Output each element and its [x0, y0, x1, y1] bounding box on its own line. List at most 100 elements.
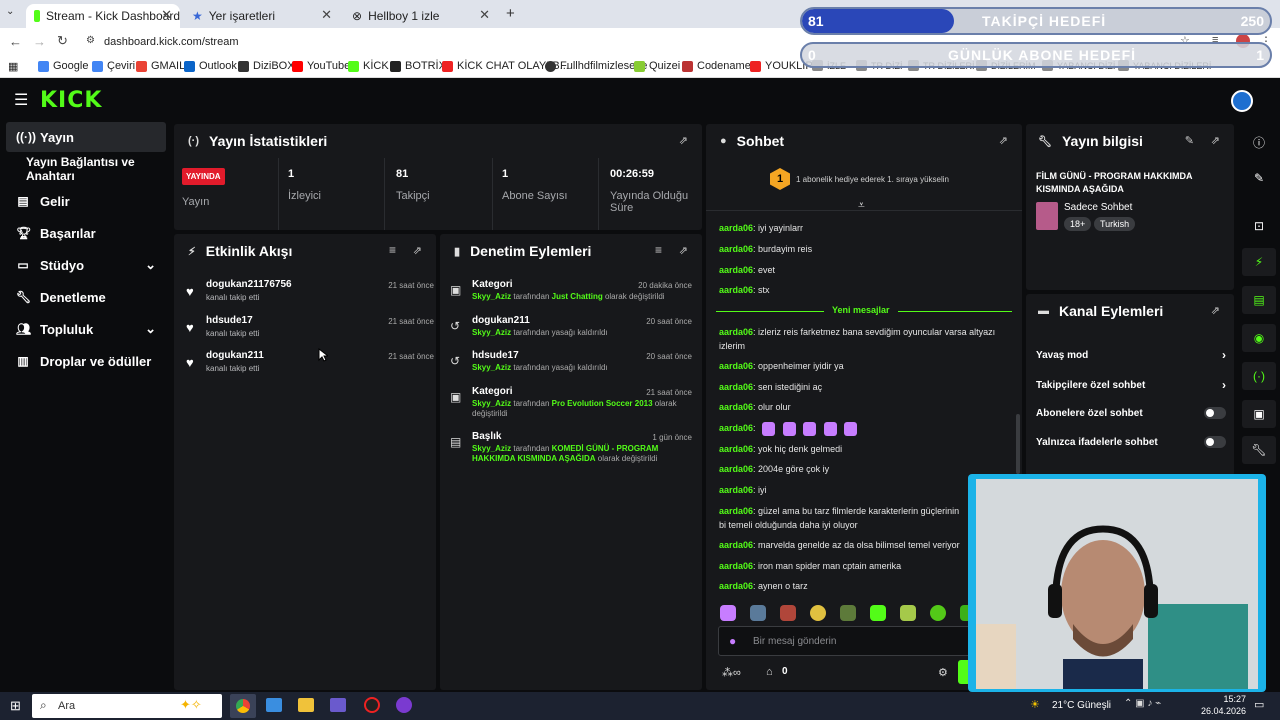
- lightning-icon[interactable]: ⚡︎: [1242, 248, 1276, 276]
- chat-username[interactable]: aarda06: [719, 285, 753, 295]
- gift-icon[interactable]: ⌂: [766, 666, 773, 678]
- list-item[interactable]: ♥ dogukan211 kanalı takip etti 21 saat önce: [184, 350, 434, 386]
- chat-username[interactable]: aarda06: [719, 327, 753, 337]
- chat-username[interactable]: aarda06: [719, 402, 753, 412]
- user-avatar[interactable]: [1231, 90, 1253, 112]
- stream-category[interactable]: Sadece Sohbet: [1064, 202, 1132, 213]
- popout-icon[interactable]: ⇗: [413, 244, 422, 257]
- tab-search-chevron-icon[interactable]: ⌄: [6, 6, 14, 17]
- tag-badge[interactable]: Turkish: [1094, 217, 1136, 231]
- follower-chat-row[interactable]: Takipçilere özel sohbet ›: [1036, 378, 1226, 392]
- bookmark-youtube[interactable]: YouTube: [292, 60, 350, 72]
- hamburger-menu-icon[interactable]: ☰: [14, 90, 28, 110]
- chat-username[interactable]: aarda06: [719, 223, 753, 233]
- list-item[interactable]: ↺ dogukan211 20 saat önce Skyy_Aziz tarafın…: [450, 315, 692, 345]
- microphone-icon[interactable]: ●: [729, 634, 736, 648]
- emote-icon[interactable]: [930, 605, 946, 621]
- sidebar-item-denetleme[interactable]: 🔧︎ Denetleme: [6, 282, 166, 312]
- sidebar-item-gelir[interactable]: ▤ Gelir: [6, 186, 166, 216]
- chat-username[interactable]: aarda06: [719, 265, 753, 275]
- popout-icon[interactable]: ⇗: [679, 134, 688, 147]
- chrome-taskbar-icon[interactable]: [230, 694, 256, 718]
- emote-only-toggle[interactable]: [1204, 436, 1226, 448]
- close-tab-icon[interactable]: ✕: [479, 7, 490, 23]
- chat-username[interactable]: aarda06: [719, 423, 753, 433]
- list-item[interactable]: ♥ hdsude17 kanalı takip etti 21 saat önce: [184, 315, 434, 351]
- popout-icon[interactable]: ⇗: [679, 244, 688, 257]
- edit-icon[interactable]: ✎: [1242, 164, 1276, 192]
- popout-icon[interactable]: ⇗: [999, 134, 1008, 147]
- list-item[interactable]: ↺ hdsude17 20 saat önce Skyy_Aziz tarafında…: [450, 350, 692, 380]
- reload-icon[interactable]: ↻: [57, 33, 68, 49]
- back-icon[interactable]: ←: [9, 34, 22, 49]
- tab-hellboy[interactable]: ⊗ Hellboy 1 izle ✕: [344, 4, 498, 28]
- chat-username[interactable]: aarda06: [719, 485, 753, 495]
- list-item[interactable]: ▣ Kategori 21 saat önce Skyy_Aziz tarafında…: [450, 386, 692, 424]
- emote-icon[interactable]: [870, 605, 886, 621]
- emote-icon[interactable]: [780, 605, 796, 621]
- teams-icon[interactable]: [330, 698, 346, 712]
- list-item[interactable]: ♥ dogukan21176756 kanalı takip etti 21 saat…: [184, 279, 434, 315]
- chat-username[interactable]: aarda06: [719, 561, 753, 571]
- chat-username[interactable]: aarda06: [719, 382, 753, 392]
- document-icon[interactable]: ▤: [1242, 286, 1276, 314]
- bookmark-gmail[interactable]: GMAIL: [136, 60, 185, 72]
- bookmark-botrix[interactable]: BOTRİX: [390, 60, 446, 72]
- sub-only-toggle[interactable]: [1204, 407, 1226, 419]
- broadcast-icon[interactable]: (·): [1242, 362, 1276, 390]
- popout-icon[interactable]: ⇗: [1211, 304, 1220, 317]
- close-tab-icon[interactable]: ✕: [161, 7, 172, 23]
- media-player-icon[interactable]: [298, 698, 314, 712]
- clock-date[interactable]: 26.04.2026: [1200, 706, 1246, 716]
- edit-pencil-icon[interactable]: ✎: [1185, 134, 1194, 147]
- list-item[interactable]: ▤ Başlık 1 gün önce Skyy_Aziz tarafından KO…: [450, 431, 692, 469]
- emote-icon[interactable]: [750, 605, 766, 621]
- sidebar-item-stream-key[interactable]: Yayın Bağlantısı ve Anahtarı: [26, 154, 172, 184]
- sidebar-item-droplar[interactable]: ▥ Droplar ve ödüller: [6, 346, 166, 376]
- sidebar-item-topluluk[interactable]: 👥︎ Topluluk ⌄: [6, 314, 166, 344]
- sidebar-item-yayin[interactable]: ((·)) Yayın: [6, 122, 166, 152]
- wrench-icon[interactable]: 🔧︎: [1242, 436, 1276, 464]
- bookmark-google[interactable]: Google: [38, 60, 88, 72]
- weather-text[interactable]: 21°C Güneşli: [1052, 700, 1111, 711]
- filter-icon[interactable]: ≡: [389, 243, 396, 257]
- apps-grid-icon[interactable]: ▦: [8, 60, 18, 73]
- tab-kick-dashboard[interactable]: Stream - Kick Dashboard ✕: [26, 4, 180, 28]
- kick-logo[interactable]: KICK: [40, 88, 102, 113]
- tray-icons[interactable]: ⌃ ▣ ♪ ⌁: [1124, 698, 1161, 709]
- bookmark-fullhd[interactable]: Fullhdfilmizlesene: [545, 60, 647, 72]
- activity-icon[interactable]: ▣: [1242, 400, 1276, 428]
- notification-icon[interactable]: ▭: [1254, 698, 1264, 711]
- list-item[interactable]: ▣ Kategori 20 dakika önce Skyy_Aziz tarafın…: [450, 279, 692, 309]
- chat-username[interactable]: aarda06: [719, 244, 753, 254]
- windows-start-icon[interactable]: ⊞: [10, 698, 21, 714]
- clock-time[interactable]: 15:27: [1206, 694, 1246, 704]
- new-tab-icon[interactable]: +: [506, 5, 515, 22]
- bookmark-outlook[interactable]: Outlook: [184, 60, 237, 72]
- bookmark-quizei[interactable]: Quizei: [634, 60, 680, 72]
- chat-username[interactable]: aarda06: [719, 444, 753, 454]
- chat-username[interactable]: aarda06: [719, 540, 753, 550]
- chat-username[interactable]: aarda06: [719, 506, 753, 516]
- emote-icon[interactable]: [720, 605, 736, 621]
- chat-input[interactable]: ● Bir mesaj gönderin: [718, 626, 1008, 656]
- site-info-icon[interactable]: ⚙: [86, 35, 95, 46]
- taskbar-search[interactable]: ⌕ Ara ✦✧: [32, 694, 222, 718]
- chat-scrollbar[interactable]: [1016, 414, 1020, 474]
- people-infinity-icon[interactable]: ⁂∞: [722, 666, 741, 679]
- bookmark-kick[interactable]: KİCK: [348, 60, 389, 72]
- scan-icon[interactable]: ⊡: [1242, 212, 1276, 240]
- forward-icon[interactable]: →: [33, 34, 46, 49]
- sidebar-item-studyo[interactable]: ▭ Stüdyo ⌄: [6, 250, 166, 280]
- url-field[interactable]: dashboard.kick.com/stream: [104, 36, 239, 48]
- chat-username[interactable]: aarda06: [719, 581, 753, 591]
- tab-bookmarks[interactable]: ★ Yer işaretleri ✕: [184, 4, 340, 28]
- chat-icon[interactable]: ◉: [1242, 324, 1276, 352]
- bookmark-dizibox[interactable]: DiziBOX: [238, 60, 295, 72]
- bookmark-ceviri[interactable]: Çeviri: [92, 60, 135, 72]
- tag-badge[interactable]: 18+: [1064, 217, 1092, 231]
- file-explorer-icon[interactable]: [266, 698, 282, 712]
- popout-icon[interactable]: ⇗: [1211, 134, 1220, 147]
- close-tab-icon[interactable]: ✕: [321, 7, 332, 23]
- streaming-app-icon[interactable]: [396, 697, 412, 713]
